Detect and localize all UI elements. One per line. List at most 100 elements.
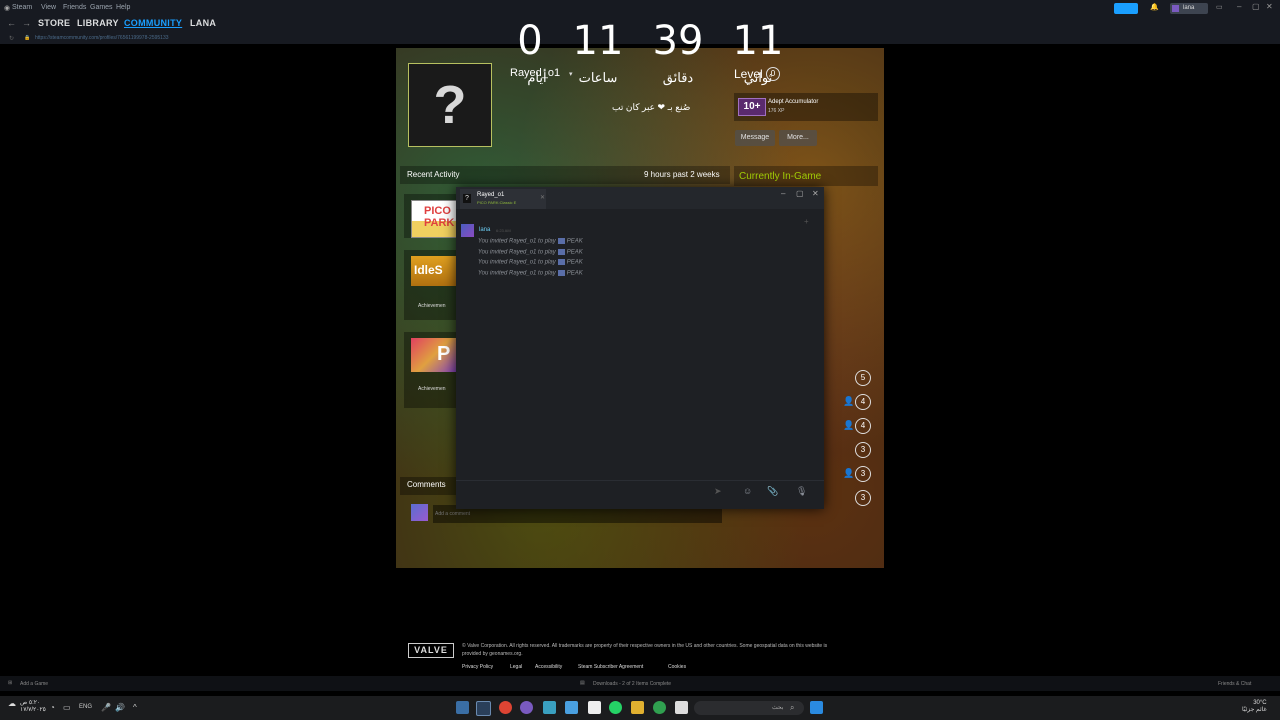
nav-community[interactable]: COMMUNITY <box>124 18 182 28</box>
maximize-icon[interactable]: ▢ <box>796 189 804 198</box>
menu-friends[interactable]: Friends <box>63 4 86 11</box>
add-game-button[interactable]: Add a Game <box>20 681 48 687</box>
more-button[interactable]: More... <box>779 130 817 146</box>
game-capsule-title: IdleS <box>414 263 443 277</box>
taskbar-app-icon[interactable] <box>543 701 556 714</box>
message-time: 6:23 AM <box>496 228 511 233</box>
clock[interactable]: ٥:٢٠ ص ١٧/٧/٢٠٢٥ <box>20 700 46 714</box>
in-game-title: Currently In-Game <box>739 171 822 182</box>
close-icon[interactable]: ✕ <box>812 189 819 198</box>
game-capsule-title: P <box>437 343 451 365</box>
menu-bar: ◉ Steam View Friends Games Help <box>0 0 1280 16</box>
emoji-icon[interactable]: ☺ <box>743 486 752 496</box>
url-text[interactable]: https://steamcommunity.com/profiles/7656… <box>35 35 169 41</box>
mic-icon[interactable]: 🎤 <box>101 703 111 712</box>
calendar-icon[interactable] <box>588 701 601 714</box>
badge-name: Adept Accumulator <box>768 99 819 105</box>
username-dropdown-icon[interactable]: ▾ <box>569 70 573 78</box>
message-button[interactable]: Message <box>735 130 775 146</box>
chat-tab-close-icon[interactable]: ✕ <box>540 194 545 201</box>
search-input[interactable]: بحث ⌕ <box>694 701 804 715</box>
footer-link-cookies[interactable]: Cookies <box>668 664 686 670</box>
taskbar-app-icon[interactable] <box>565 701 578 714</box>
menu-help[interactable]: Help <box>116 4 130 11</box>
nav-library[interactable]: LIBRARY <box>77 18 119 28</box>
message-game[interactable]: PEAK <box>567 239 583 245</box>
clock-date: ١٧/٧/٢٠٢٥ <box>20 707 46 713</box>
nav-store[interactable]: STORE <box>38 18 70 28</box>
menu-view[interactable]: View <box>41 4 56 11</box>
message-game[interactable]: PEAK <box>567 271 583 277</box>
valve-logo[interactable]: VALVE <box>408 643 454 658</box>
language-indicator[interactable]: ENG <box>79 704 92 710</box>
chat-input[interactable] <box>460 484 714 504</box>
whatsapp-icon[interactable] <box>609 701 622 714</box>
monitor-icon[interactable]: ▭ <box>1216 3 1223 11</box>
timer-minutes-label: دقائق <box>662 70 694 85</box>
taskbar-app-icon[interactable] <box>653 701 666 714</box>
back-icon[interactable]: ← <box>7 18 16 28</box>
weather-icon[interactable]: ☁ <box>8 699 16 708</box>
forward-icon[interactable]: → <box>22 18 31 28</box>
message-game[interactable]: PEAK <box>567 250 583 256</box>
volume-icon[interactable]: 🔊 <box>115 703 125 712</box>
count-badge[interactable]: 3 <box>855 490 871 506</box>
count-badge[interactable]: 3 <box>855 442 871 458</box>
add-friend-icon[interactable]: + <box>804 217 809 226</box>
minimize-icon[interactable]: – <box>781 189 785 198</box>
count-badge[interactable]: 5 <box>855 370 871 386</box>
chevron-up-icon[interactable]: ^ <box>133 703 137 712</box>
friends-chat-button[interactable]: Friends & Chat <box>1218 681 1251 687</box>
footer-text: © Valve Corporation. All rights reserved… <box>462 643 828 657</box>
nav-user[interactable]: LANA <box>190 18 216 28</box>
steam-logo-icon[interactable]: ◉ <box>4 4 10 12</box>
steam-taskbar-icon[interactable] <box>476 701 491 716</box>
downloads-status[interactable]: Downloads - 2 of 2 Items Complete <box>593 681 671 687</box>
count-badge[interactable]: 3 <box>855 466 871 482</box>
game-capsule-p[interactable]: P <box>411 338 457 372</box>
footer-link-legal[interactable]: Legal <box>510 664 522 670</box>
wifi-icon[interactable]: ◔ <box>50 703 55 712</box>
attach-icon[interactable]: 📎 <box>767 486 778 497</box>
message-game[interactable]: PEAK <box>567 260 583 266</box>
menu-games[interactable]: Games <box>90 4 113 11</box>
folder-icon[interactable] <box>631 701 644 714</box>
menu-steam[interactable]: Steam <box>12 4 32 11</box>
footer-link-accessibility[interactable]: Accessibility <box>535 664 562 670</box>
close-icon[interactable]: ✕ <box>1266 2 1273 11</box>
weather-temp: 30°C <box>1253 700 1267 706</box>
game-capsule-picopark[interactable]: PICO PARK <box>411 200 459 238</box>
game-icon <box>557 238 565 244</box>
game-icon <box>557 270 565 276</box>
taskbar-app-icon[interactable] <box>675 701 688 714</box>
discord-icon[interactable] <box>520 701 533 714</box>
footer-link-ssa[interactable]: Steam Subscriber Agreement <box>578 664 643 670</box>
footer-link-privacy[interactable]: Privacy Policy <box>462 664 493 670</box>
message-text: You invited Rayed_o1 to play <box>478 259 556 266</box>
chrome-icon[interactable] <box>499 701 512 714</box>
network-icon[interactable]: ▭ <box>63 703 71 712</box>
achievements-label: Achievemen <box>418 386 446 392</box>
refresh-icon[interactable]: ↻ <box>9 35 14 42</box>
minimize-icon[interactable]: – <box>1237 2 1241 11</box>
account-menu[interactable]: lana <box>1170 3 1208 14</box>
count-badge[interactable]: 4 <box>855 418 871 434</box>
maximize-icon[interactable]: ▢ <box>1252 2 1260 11</box>
announce-button[interactable] <box>1114 3 1138 14</box>
voice-icon[interactable]: 🎙 <box>796 486 807 497</box>
recent-activity-hours: 9 hours past 2 weeks <box>644 170 720 179</box>
person-icon: 👤 <box>843 396 855 406</box>
chat-message: You invited Rayed_o1 to play PEAK <box>478 249 583 256</box>
profile-subtitle: صُنع بـ ❤ عبر كان تب <box>612 102 691 112</box>
taskbar-app-icon[interactable] <box>456 701 469 714</box>
count-badge[interactable]: 4 <box>855 394 871 410</box>
level-label: Level <box>734 67 763 81</box>
chat-window <box>456 187 824 509</box>
chat-message: You invited Rayed_o1 to play PEAK <box>478 238 583 245</box>
windows-start-icon[interactable] <box>810 701 823 714</box>
profile-avatar: ? <box>408 63 492 147</box>
send-icon[interactable]: ➤ <box>714 486 722 497</box>
game-capsule-idle[interactable]: IdleS <box>411 256 457 286</box>
bell-icon[interactable]: 🔔 <box>1150 3 1159 11</box>
weather-widget[interactable]: 30°C غائم جزئيًا <box>1242 700 1267 714</box>
